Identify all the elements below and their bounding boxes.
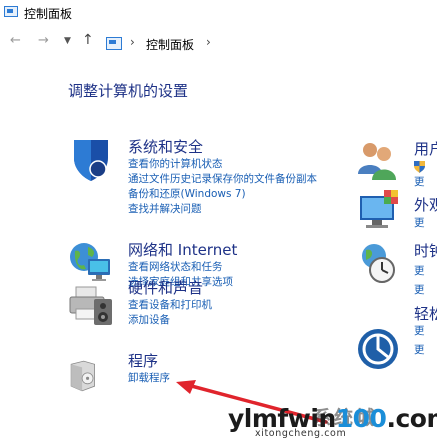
link-user-accounts[interactable]: 更 (414, 174, 425, 189)
window-title: 控制面板 (24, 7, 73, 21)
breadcrumb-control-panel[interactable]: 控制面板 (146, 36, 194, 53)
link-add-device[interactable]: 添加设备 (128, 313, 212, 328)
link-clock-2[interactable]: 更 (414, 282, 425, 297)
forward-arrow-icon[interactable]: → (38, 33, 49, 48)
control-panel-icon (106, 37, 122, 50)
up-arrow-icon[interactable]: ↑ (82, 32, 94, 48)
link-appearance[interactable]: 更 (414, 215, 425, 230)
display-appearance-icon[interactable] (356, 190, 400, 230)
navigation-bar: ← → ▼ ↑ › 控制面板 › (0, 30, 437, 56)
category-ease-of-access: 轻松 更 更 (356, 303, 437, 383)
recent-locations-icon[interactable]: ▼ (64, 36, 71, 46)
shield-icon[interactable] (68, 136, 114, 182)
category-title[interactable]: 程序 (128, 350, 158, 371)
address-bar[interactable]: › 控制面板 › (106, 34, 437, 54)
title-bar: 控制面板 (0, 0, 437, 24)
link-backup-restore[interactable]: 备份和还原(Windows 7) (128, 187, 317, 202)
category-title[interactable]: 用户 (414, 138, 437, 159)
category-user-accounts: 用户 更 (356, 138, 437, 192)
category-title[interactable]: 网络和 Internet (128, 239, 237, 260)
category-title[interactable]: 外观 (414, 194, 437, 215)
link-uninstall-program[interactable]: 卸载程序 (128, 371, 170, 386)
category-hardware-sound: 硬件和声音 查看设备和打印机 添加设备 (68, 277, 368, 337)
watermark-url: xitongcheng.com (255, 428, 347, 439)
link-network-status[interactable]: 查看网络状态和任务 (128, 260, 233, 275)
back-arrow-icon[interactable]: ← (10, 33, 21, 48)
control-panel-icon (4, 6, 18, 17)
clock-globe-icon[interactable] (356, 240, 400, 284)
users-icon[interactable] (356, 138, 400, 182)
breadcrumb-separator[interactable]: › (206, 35, 211, 49)
link-file-history[interactable]: 通过文件历史记录保存你的文件备份副本 (128, 172, 317, 187)
link-troubleshoot[interactable]: 查找并解决问题 (128, 202, 317, 217)
link-devices-printers[interactable]: 查看设备和打印机 (128, 298, 212, 313)
uac-shield-icon (414, 161, 425, 173)
programs-box-icon[interactable] (68, 358, 104, 394)
category-title[interactable]: 硬件和声音 (128, 277, 203, 298)
category-system-security: 系统和安全 查看你的计算机状态 通过文件历史记录保存你的文件备份副本 备份和还原… (68, 136, 368, 226)
link-ease-1[interactable]: 更 (414, 323, 425, 338)
watermark-text-suffix: .com (386, 404, 437, 433)
category-title[interactable]: 系统和安全 (128, 136, 203, 157)
link-ease-2[interactable]: 更 (414, 342, 425, 357)
category-title[interactable]: 轻松 (414, 303, 437, 324)
breadcrumb-separator[interactable]: › (130, 35, 135, 49)
link-view-computer-status[interactable]: 查看你的计算机状态 (128, 157, 317, 172)
ease-of-access-icon[interactable] (356, 327, 400, 371)
link-clock-1[interactable]: 更 (414, 263, 425, 278)
category-appearance: 外观 更 (356, 190, 437, 230)
page-title: 调整计算机的设置 (68, 82, 189, 100)
printer-icon[interactable] (68, 281, 114, 327)
category-clock-region: 时钟 更 更 (356, 240, 437, 300)
category-title[interactable]: 时钟 (414, 240, 437, 261)
